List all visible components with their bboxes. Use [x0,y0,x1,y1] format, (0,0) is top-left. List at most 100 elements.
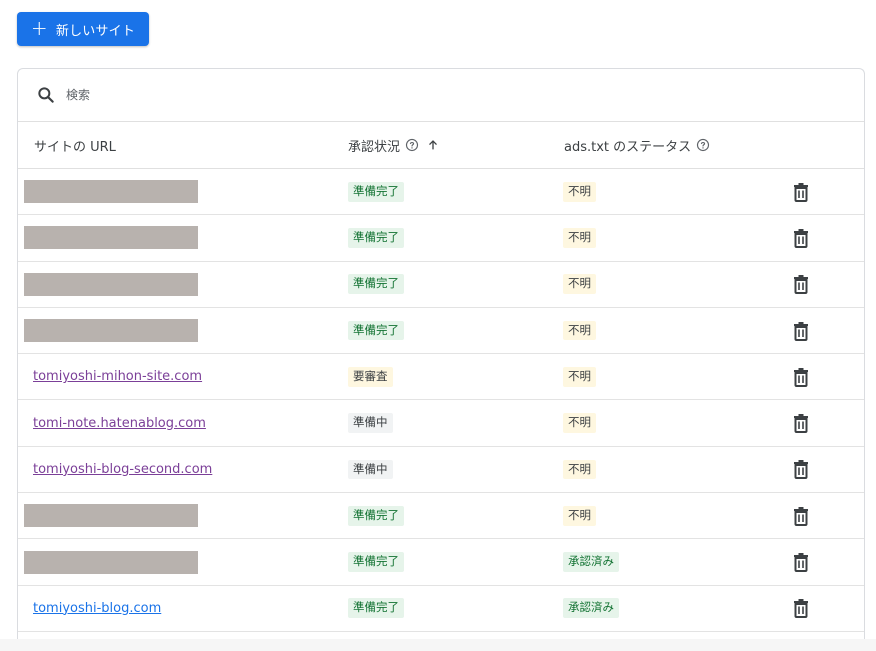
search-icon[interactable] [36,85,56,105]
site-url-link[interactable]: tomiyoshi-mihon-site.com [33,369,202,384]
new-site-button[interactable]: + 新しいサイト [17,12,149,46]
trash-icon[interactable] [792,506,810,526]
url-cell: tomi-note.hatenablog.com [33,400,206,445]
ads-txt-cell: 不明 [563,308,596,353]
arrow-up-icon[interactable] [426,138,440,152]
table-row: 準備完了 不明 [18,215,864,262]
table-row: 準備完了 不明 [18,493,864,540]
redacted-url-block [24,319,198,343]
approval-cell: 要審査 [348,354,393,399]
ads-txt-cell: 不明 [563,447,596,492]
search-bar [18,69,864,122]
approval-cell: 準備完了 [348,215,404,260]
trash-icon[interactable] [792,598,810,619]
delete-cell [792,169,810,214]
delete-cell [792,215,810,260]
approval-status-badge: 準備完了 [348,228,404,248]
table-row: 準備完了 不明 [18,262,864,308]
table-row: 準備完了 不明 [18,308,864,355]
url-cell [24,215,198,260]
trash-icon[interactable] [792,367,810,387]
url-cell [24,493,198,538]
table-row: 準備完了 不明 [18,169,864,216]
approval-status-badge: 準備完了 [348,181,404,202]
table-header: サイトの URL 承認状況 ads.txt のステータス [18,122,864,169]
ads-txt-status-badge: 不明 [563,181,596,202]
delete-cell [792,493,810,538]
ads-txt-status-badge: 不明 [563,228,596,248]
table-row: tomiyoshi-mihon-site.com 要審査 不明 [18,354,864,401]
trash-icon[interactable] [792,228,810,248]
approval-cell: 準備中 [348,447,393,492]
table-row: tomiyoshi-blog.com 準備完了 承認済み [18,586,864,632]
ads-txt-cell: 承認済み [563,539,619,584]
table-row: tomiyoshi-blog-second.com 準備中 不明 [18,447,864,494]
ads-txt-cell: 不明 [563,400,596,445]
ads-txt-status-badge: 不明 [563,320,596,341]
site-url-link[interactable]: tomi-note.hatenablog.com [33,416,206,431]
delete-cell [792,262,810,307]
approval-status-badge: 準備完了 [348,552,404,572]
search-input[interactable] [64,87,368,103]
ads-txt-status-badge: 承認済み [563,552,619,572]
ads-txt-status-badge: 不明 [563,413,596,434]
approval-status-badge: 準備完了 [348,320,404,341]
header-url: サイトの URL [34,122,116,168]
redacted-url-block [24,504,198,528]
sites-table-card: サイトの URL 承認状況 ads.txt のステータス 準備完了不明準備完了不… [17,68,865,651]
delete-cell [792,586,810,631]
delete-cell [792,447,810,492]
table-row: tomi-note.hatenablog.com 準備中 不明 [18,400,864,447]
approval-cell: 準備完了 [348,586,404,631]
redacted-url-block [24,550,198,574]
approval-cell: 準備完了 [348,262,404,307]
approval-status-badge: 準備完了 [348,598,404,619]
ads-txt-cell: 不明 [563,493,596,538]
redacted-url-block [24,226,198,250]
url-cell [24,539,198,584]
trash-icon[interactable] [792,321,810,341]
plus-icon: + [30,16,48,40]
url-cell: tomiyoshi-blog.com [33,586,161,631]
approval-status-badge: 準備中 [348,459,393,480]
header-approval[interactable]: 承認状況 [348,122,440,168]
trash-icon[interactable] [792,552,810,573]
trash-icon[interactable] [792,413,810,434]
table-body: 準備完了 不明 準備完了 不明 準備完了 不明 準備完了 不明 tomiyoshi-mihon-… [18,169,864,632]
approval-cell: 準備中 [348,400,393,445]
approval-cell: 準備完了 [348,539,404,584]
ads-txt-cell: 不明 [563,169,596,214]
ads-txt-cell: 承認済み [563,586,619,631]
trash-icon[interactable] [792,274,810,295]
ads-txt-cell: 不明 [563,354,596,399]
url-cell: tomiyoshi-blog-second.com [33,447,212,492]
delete-cell [792,354,810,399]
ads-txt-status-badge: 承認済み [563,598,619,619]
delete-cell [792,539,810,584]
url-cell [24,308,198,353]
header-ads-txt-label: ads.txt のステータス [564,139,692,155]
approval-cell: 準備完了 [348,308,404,353]
url-cell [24,262,198,307]
ads-txt-status-badge: 不明 [563,274,596,295]
help-circle-icon[interactable] [405,138,419,152]
header-ads-txt: ads.txt のステータス [564,122,710,168]
redacted-url-block [24,180,198,204]
header-approval-label: 承認状況 [348,139,401,155]
approval-cell: 準備完了 [348,493,404,538]
redacted-url-block [24,272,198,296]
delete-cell [792,400,810,445]
approval-status-badge: 準備中 [348,413,393,434]
help-circle-icon[interactable] [696,138,710,152]
url-cell: tomiyoshi-mihon-site.com [33,354,202,399]
header-url-label: サイトの URL [34,139,116,155]
new-site-label: 新しいサイト [55,23,136,39]
delete-cell [792,308,810,353]
url-cell [24,169,198,214]
site-url-link[interactable]: tomiyoshi-blog-second.com [33,462,212,477]
trash-icon[interactable] [792,459,810,480]
site-url-link[interactable]: tomiyoshi-blog.com [33,601,161,616]
approval-status-badge: 準備完了 [348,274,404,295]
trash-icon[interactable] [792,182,810,202]
ads-txt-cell: 不明 [563,262,596,307]
